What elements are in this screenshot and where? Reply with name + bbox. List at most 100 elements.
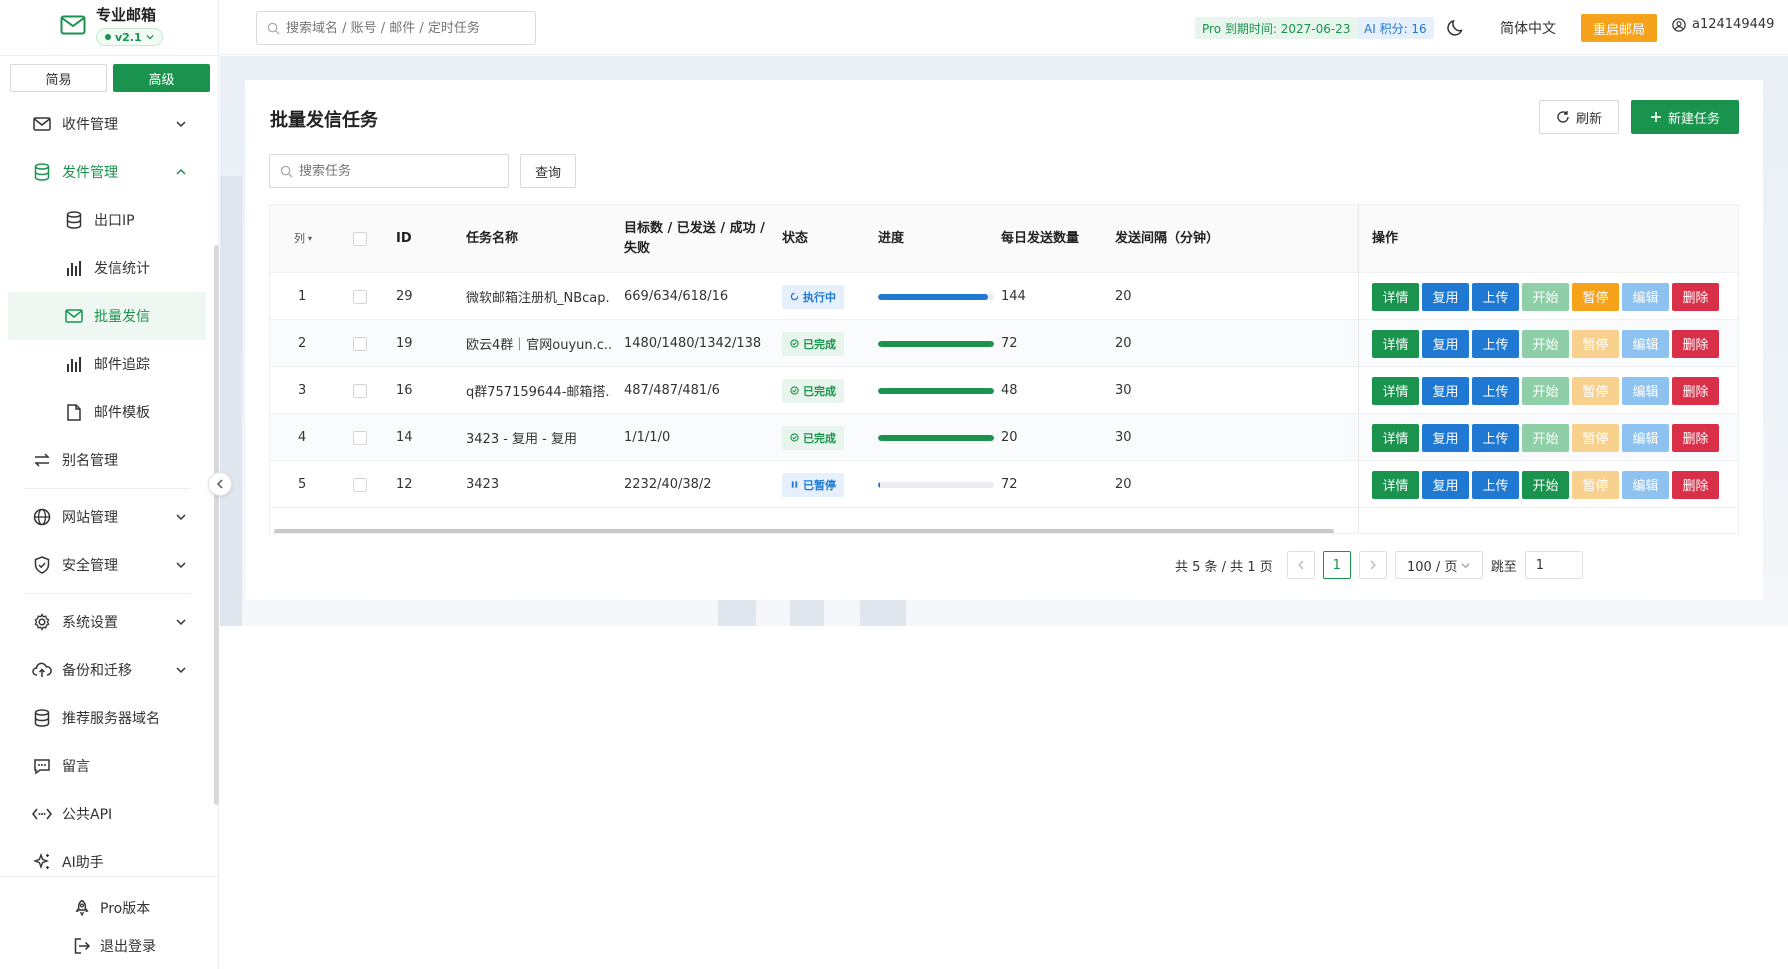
start-button[interactable]: 开始 — [1522, 376, 1569, 405]
task-search[interactable] — [269, 154, 509, 188]
delete-button[interactable]: 删除 — [1672, 376, 1719, 405]
upload-button[interactable]: 上传 — [1472, 423, 1519, 452]
pause-button[interactable]: 暂停 — [1572, 423, 1619, 452]
user-menu[interactable]: a124149449 — [1672, 17, 1774, 32]
upload-button[interactable]: 上传 — [1472, 282, 1519, 311]
row-task-name: 欧云4群｜官网ouyun.c... — [466, 338, 611, 353]
mode-advanced-button[interactable]: 高级 — [113, 64, 210, 92]
sidebar-item-mail-tracking[interactable]: 邮件追踪 — [8, 340, 206, 388]
sidebar-item-recommended-servers[interactable]: 推荐服务器域名 — [0, 694, 214, 742]
reuse-button[interactable]: 复用 — [1422, 329, 1469, 358]
sidebar-item-messages[interactable]: 留言 — [0, 742, 214, 790]
row-checkbox[interactable] — [353, 336, 367, 351]
table-horizontal-scrollbar[interactable] — [274, 529, 1334, 533]
new-task-button[interactable]: 新建任务 — [1631, 100, 1739, 134]
detail-button[interactable]: 详情 — [1372, 282, 1419, 311]
sidebar-item-security[interactable]: 安全管理 — [0, 541, 214, 589]
logout-link[interactable]: 退出登录 — [0, 927, 219, 965]
moon-icon[interactable] — [1446, 18, 1466, 38]
upload-button[interactable]: 上传 — [1472, 470, 1519, 499]
row-id: 16 — [396, 383, 413, 398]
detail-button[interactable]: 详情 — [1372, 376, 1419, 405]
start-button[interactable]: 开始 — [1522, 282, 1569, 311]
row-checkbox-cell — [353, 414, 367, 461]
reuse-button[interactable]: 复用 — [1422, 376, 1469, 405]
database-icon — [32, 162, 52, 182]
sidebar-item-egress-ip[interactable]: 出口IP — [8, 196, 206, 244]
pro-version-link[interactable]: Pro版本 — [0, 889, 219, 927]
sidebar-item-label: 系统设置 — [62, 615, 118, 631]
edit-button[interactable]: 编辑 — [1622, 282, 1669, 311]
row-checkbox[interactable] — [353, 430, 367, 445]
spinner-icon — [790, 292, 799, 301]
page-size-select[interactable]: 100 / 页 — [1394, 551, 1483, 579]
sidebar-item-settings[interactable]: 系统设置 — [0, 598, 214, 646]
upload-button[interactable]: 上传 — [1472, 376, 1519, 405]
version-badge[interactable]: v2.1 — [96, 28, 163, 46]
row-checkbox[interactable] — [353, 289, 367, 304]
pause-button[interactable]: 暂停 — [1572, 329, 1619, 358]
ai-points-badge: AI 积分: 16 — [1357, 17, 1434, 39]
next-page-button[interactable] — [1358, 551, 1387, 579]
start-button[interactable]: 开始 — [1522, 470, 1569, 499]
pause-button[interactable]: 暂停 — [1572, 282, 1619, 311]
restart-mail-button[interactable]: 重启邮局 — [1581, 14, 1657, 42]
sidebar-item-public-api[interactable]: 公共API — [0, 790, 214, 838]
task-search-input[interactable] — [299, 163, 499, 179]
pause-button[interactable]: 暂停 — [1572, 376, 1619, 405]
global-search-input[interactable] — [286, 20, 526, 36]
status-label: 已完成 — [803, 431, 836, 445]
delete-button[interactable]: 删除 — [1672, 282, 1719, 311]
sidebar-item-send-stats[interactable]: 发信统计 — [8, 244, 206, 292]
chevron-left-icon — [216, 479, 223, 489]
row-checkbox[interactable] — [353, 383, 367, 398]
caret-down-icon: ▾ — [308, 234, 313, 243]
language-select[interactable]: 简体中文 — [1500, 18, 1556, 38]
sidebar-item-inbox[interactable]: 收件管理 — [0, 100, 214, 148]
page-button-current[interactable]: 1 — [1322, 551, 1351, 579]
reuse-button[interactable]: 复用 — [1422, 423, 1469, 452]
row-interval: 30 — [1115, 430, 1132, 445]
delete-button[interactable]: 删除 — [1672, 329, 1719, 358]
row-status-cell: 执行中 — [782, 273, 844, 320]
delete-button[interactable]: 删除 — [1672, 423, 1719, 452]
reuse-button[interactable]: 复用 — [1422, 282, 1469, 311]
select-all-checkbox[interactable] — [353, 232, 367, 246]
global-search[interactable] — [256, 11, 536, 45]
query-button[interactable]: 查询 — [520, 154, 576, 188]
row-actions: 详情 复用 上传 开始 暂停 编辑 删除 — [1372, 367, 1719, 414]
reuse-button[interactable]: 复用 — [1422, 470, 1469, 499]
detail-button[interactable]: 详情 — [1372, 423, 1419, 452]
sidebar-item-mail-templates[interactable]: 邮件模板 — [8, 388, 206, 436]
edit-button[interactable]: 编辑 — [1622, 329, 1669, 358]
sidebar-item-bulk-send[interactable]: 批量发信 — [8, 292, 206, 340]
delete-button[interactable]: 删除 — [1672, 470, 1719, 499]
detail-button[interactable]: 详情 — [1372, 329, 1419, 358]
message-icon — [32, 756, 52, 776]
sidebar-item-alias[interactable]: 别名管理 — [0, 436, 214, 484]
refresh-button[interactable]: 刷新 — [1539, 100, 1619, 134]
column-settings[interactable]: 列 ▾ — [294, 205, 312, 273]
sidebar-item-outbox[interactable]: 发件管理 — [0, 148, 214, 196]
detail-button[interactable]: 详情 — [1372, 470, 1419, 499]
mode-simple-button[interactable]: 简易 — [10, 64, 107, 92]
sidebar-scrollbar[interactable] — [214, 245, 219, 805]
sidebar-collapse-button[interactable] — [208, 472, 232, 496]
sidebar-item-backup[interactable]: 备份和迁移 — [0, 646, 214, 694]
edit-button[interactable]: 编辑 — [1622, 470, 1669, 499]
file-icon — [64, 402, 84, 422]
jump-page-input[interactable]: 1 — [1524, 551, 1583, 579]
sidebar-item-label: 发件管理 — [62, 165, 118, 181]
prev-page-button[interactable] — [1286, 551, 1315, 579]
row-checkbox[interactable] — [353, 477, 367, 492]
start-button[interactable]: 开始 — [1522, 329, 1569, 358]
upload-button[interactable]: 上传 — [1472, 329, 1519, 358]
header-counts: 目标数 / 已发送 / 成功 / 失败 — [624, 205, 765, 273]
chevron-up-icon — [176, 168, 186, 175]
pause-button[interactable]: 暂停 — [1572, 470, 1619, 499]
edit-button[interactable]: 编辑 — [1622, 376, 1669, 405]
edit-button[interactable]: 编辑 — [1622, 423, 1669, 452]
row-actions: 详情 复用 上传 开始 暂停 编辑 删除 — [1372, 414, 1719, 461]
start-button[interactable]: 开始 — [1522, 423, 1569, 452]
sidebar-item-websites[interactable]: 网站管理 — [0, 493, 214, 541]
